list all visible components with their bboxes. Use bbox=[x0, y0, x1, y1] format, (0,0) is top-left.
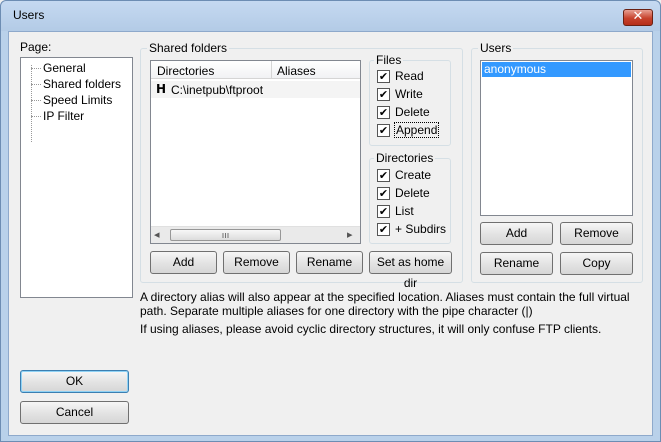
check-icon: ✔ bbox=[377, 70, 390, 83]
tree-connector bbox=[31, 65, 32, 142]
list-item[interactable]: anonymous bbox=[482, 62, 631, 77]
check-icon: ✔ bbox=[377, 169, 390, 182]
directories-title: Directories bbox=[374, 151, 436, 165]
check-icon: ✔ bbox=[377, 88, 390, 101]
tree-connector bbox=[31, 100, 41, 101]
shared-folders-list[interactable]: Directories Aliases H C:\inetpub\ftproot… bbox=[150, 60, 361, 244]
checkbox-label: Delete bbox=[395, 105, 430, 119]
directory-path: C:\inetpub\ftproot bbox=[171, 83, 264, 97]
checkbox-label: Create bbox=[395, 168, 432, 182]
remove-folder-button[interactable]: Remove bbox=[223, 251, 290, 274]
add-folder-button[interactable]: Add bbox=[150, 251, 217, 274]
tree-item-shared-folders[interactable]: Shared folders bbox=[43, 77, 121, 91]
rename-user-button[interactable]: Rename bbox=[480, 252, 553, 275]
checkbox-label: Append bbox=[393, 122, 440, 138]
files-title: Files bbox=[374, 53, 404, 67]
copy-user-button[interactable]: Copy bbox=[560, 252, 633, 275]
list-header: Directories Aliases bbox=[151, 61, 360, 79]
scroll-grip-icon: ııı bbox=[221, 230, 230, 240]
check-icon: ✔ bbox=[377, 106, 390, 119]
cancel-button[interactable]: Cancel bbox=[20, 401, 129, 424]
ok-button[interactable]: OK bbox=[20, 370, 129, 393]
checkbox-label: Delete bbox=[395, 186, 430, 200]
checkbox-label: Write bbox=[395, 87, 423, 101]
set-home-dir-button[interactable]: Set as home dir bbox=[369, 251, 452, 290]
info-text-line1: A directory alias will also appear at th… bbox=[140, 290, 630, 304]
check-icon: ✔ bbox=[377, 124, 390, 137]
scroll-thumb[interactable]: ııı bbox=[170, 229, 281, 241]
rename-folder-button[interactable]: Rename bbox=[296, 251, 363, 274]
dialog-client-area: Page: General Shared folders Speed Limit… bbox=[8, 31, 653, 436]
checkbox-label: Read bbox=[395, 69, 424, 83]
user-name: anonymous bbox=[484, 62, 547, 76]
page-label: Page: bbox=[20, 40, 52, 54]
column-aliases[interactable]: Aliases bbox=[277, 64, 316, 78]
close-button[interactable]: ✕ bbox=[623, 9, 653, 26]
tree-item-speed-limits[interactable]: Speed Limits bbox=[43, 93, 112, 107]
tree-connector bbox=[31, 68, 41, 69]
home-dir-flag: H bbox=[156, 82, 167, 96]
add-user-button[interactable]: Add bbox=[480, 222, 553, 245]
window-title: Users bbox=[13, 8, 45, 22]
users-dialog: Users ✕ Page: General Shared folders Spe… bbox=[0, 0, 661, 442]
table-row[interactable]: H C:\inetpub\ftproot bbox=[151, 81, 360, 98]
remove-user-button[interactable]: Remove bbox=[560, 222, 633, 245]
tree-connector bbox=[31, 84, 41, 85]
page-tree[interactable]: General Shared folders Speed Limits IP F… bbox=[20, 57, 133, 298]
column-directories[interactable]: Directories bbox=[157, 64, 214, 78]
checkbox-label: + Subdirs bbox=[395, 222, 447, 236]
tree-connector bbox=[31, 116, 41, 117]
check-icon: ✔ bbox=[377, 187, 390, 200]
shared-folders-title: Shared folders bbox=[147, 41, 230, 55]
checkbox-label: List bbox=[395, 204, 414, 218]
users-title: Users bbox=[478, 41, 514, 55]
column-divider[interactable] bbox=[271, 61, 272, 79]
scroll-right-icon[interactable]: ▸ bbox=[347, 228, 353, 241]
users-list[interactable]: anonymous bbox=[480, 60, 633, 216]
close-icon: ✕ bbox=[632, 9, 644, 24]
info-text-line2: path. Separate multiple aliases for one … bbox=[140, 304, 533, 318]
horizontal-scrollbar[interactable]: ◂ ııı ▸ bbox=[151, 226, 360, 243]
check-icon: ✔ bbox=[377, 223, 390, 236]
info-text-line3: If using aliases, please avoid cyclic di… bbox=[140, 322, 602, 336]
title-bar[interactable]: Users ✕ bbox=[1, 1, 660, 31]
scroll-left-icon[interactable]: ◂ bbox=[154, 228, 160, 241]
tree-item-ip-filter[interactable]: IP Filter bbox=[43, 109, 84, 123]
check-icon: ✔ bbox=[377, 205, 390, 218]
tree-item-general[interactable]: General bbox=[43, 61, 86, 75]
